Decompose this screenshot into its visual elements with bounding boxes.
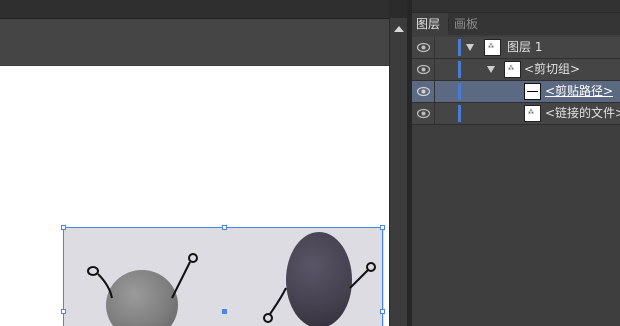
eye-icon[interactable]: [417, 42, 430, 53]
expand-triangle-icon[interactable]: [487, 66, 495, 73]
layer-name[interactable]: <剪贴路径>: [545, 81, 613, 102]
tab-separator: [448, 18, 449, 31]
layer-color-bar: [458, 61, 461, 78]
layer-row[interactable]: ⁂ <链接的文件>: [412, 103, 620, 125]
eye-icon[interactable]: [417, 64, 430, 75]
lock-toggle[interactable]: [434, 103, 435, 124]
tab-artboards[interactable]: 画板: [450, 13, 486, 35]
lock-toggle[interactable]: [434, 81, 435, 102]
layer-row[interactable]: ⁂ <剪切组>: [412, 59, 620, 81]
antenna-doodles: [87, 253, 376, 323]
panel-tabs: 图层 画板: [412, 13, 620, 35]
layer-row[interactable]: ⁂ 图层 1: [412, 37, 620, 59]
layers-panel: 图层 画板 ⁂ 图层 1 ⁂ <剪切组> <剪贴路径> ⁂ <链接的文件>: [412, 0, 620, 326]
tab-layers[interactable]: 图层: [412, 13, 448, 35]
lock-toggle[interactable]: [434, 59, 435, 80]
canvas-pasteboard: [0, 19, 389, 66]
eye-icon[interactable]: [417, 86, 430, 97]
layer-color-bar: [458, 105, 461, 122]
placed-image[interactable]: [64, 228, 384, 326]
layer-thumbnail: ⁂: [504, 61, 521, 78]
expand-triangle-icon[interactable]: [466, 44, 474, 51]
document-tab-strip: [0, 0, 389, 19]
panel-header-strip: [412, 0, 620, 13]
eye-icon[interactable]: [417, 108, 430, 119]
layer-list: ⁂ 图层 1 ⁂ <剪切组> <剪贴路径> ⁂ <链接的文件>: [412, 37, 620, 125]
linked-file-thumbnail: ⁂: [524, 105, 541, 122]
layer-color-bar: [458, 39, 461, 56]
layer-name[interactable]: 图层 1: [507, 37, 542, 58]
layer-thumbnail: ⁂: [484, 39, 501, 56]
scroll-up-arrow-icon[interactable]: [394, 26, 404, 32]
vertical-scrollbar[interactable]: [389, 18, 408, 326]
clip-path-thumbnail: [524, 83, 541, 100]
document-canvas[interactable]: [0, 0, 389, 326]
layer-color-bar: [458, 83, 461, 100]
layer-name[interactable]: <链接的文件>: [545, 103, 620, 124]
layer-name[interactable]: <剪切组>: [524, 59, 580, 80]
lock-toggle[interactable]: [434, 37, 435, 58]
layer-row-selected[interactable]: <剪贴路径>: [412, 81, 620, 103]
